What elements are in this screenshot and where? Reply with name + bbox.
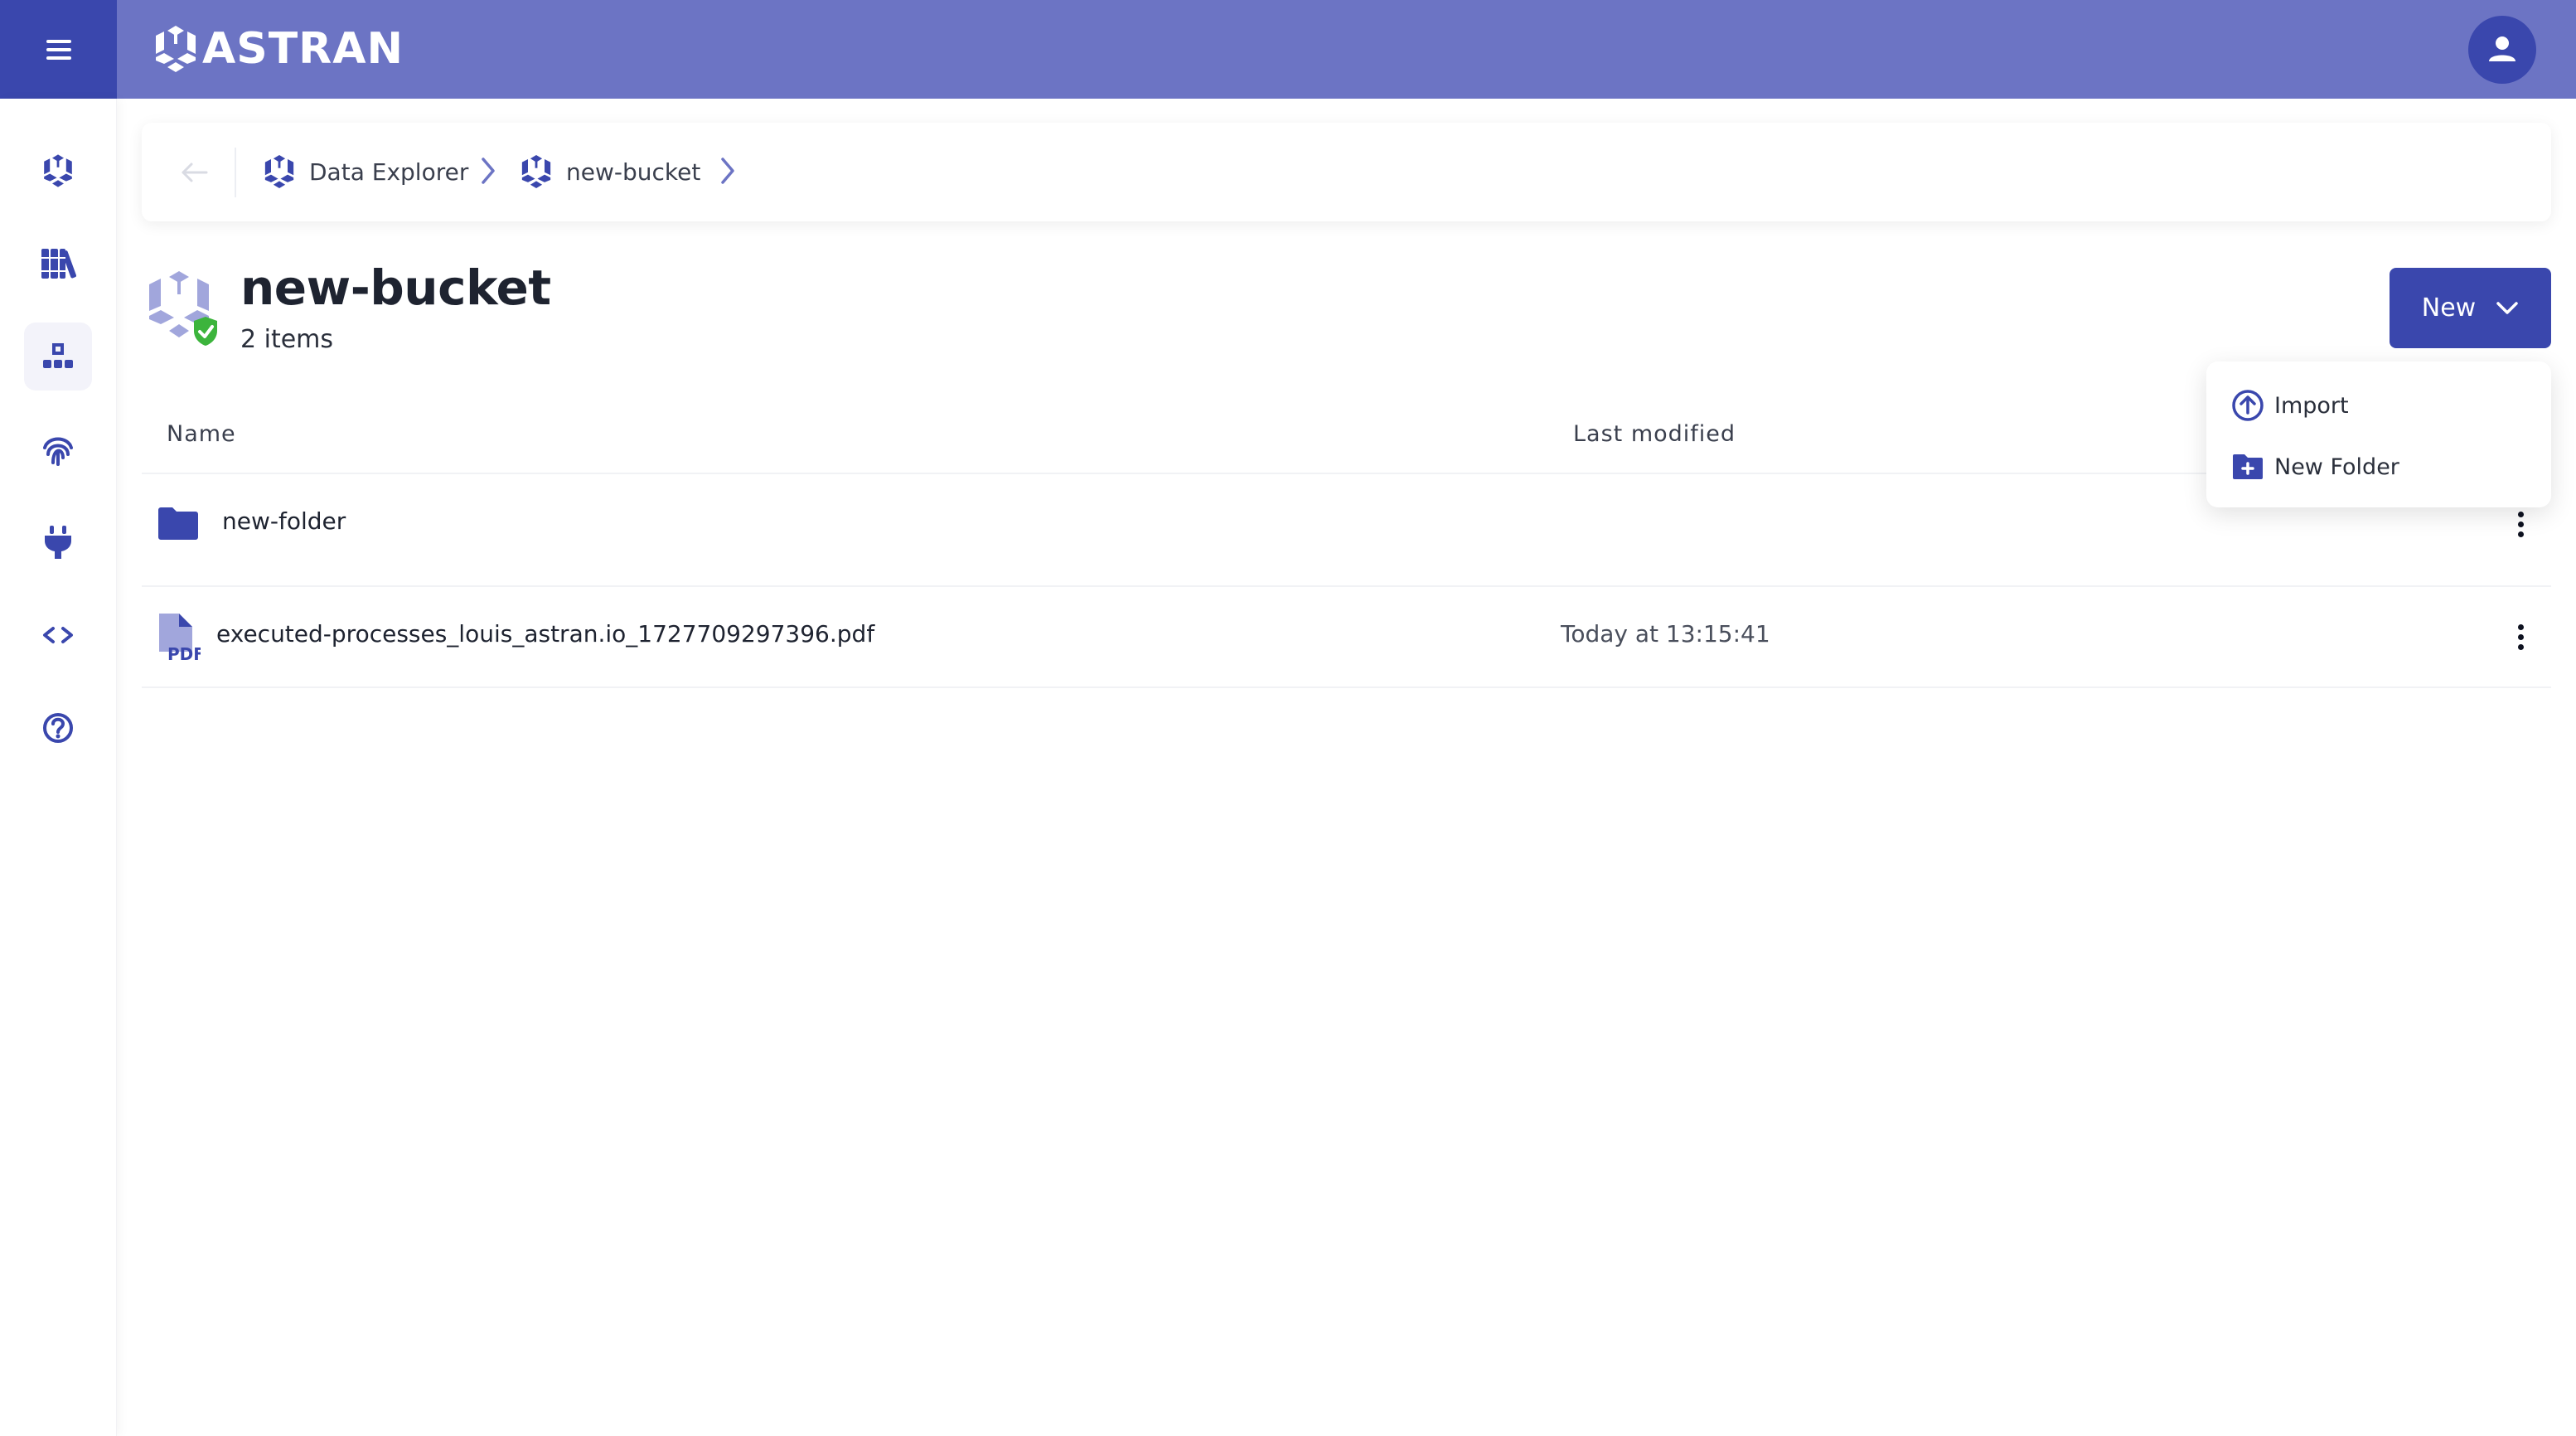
- back-button[interactable]: [175, 153, 215, 192]
- sidebar-item-help[interactable]: [24, 694, 92, 762]
- sidebar-item-developer[interactable]: [24, 601, 92, 669]
- chevron-right-icon: [482, 158, 495, 184]
- breadcrumb-item-new-bucket[interactable]: new-bucket: [520, 151, 700, 192]
- fingerprint-icon: [43, 437, 73, 466]
- breadcrumb-label: Data Explorer: [309, 158, 469, 186]
- chevron-right-icon: [721, 158, 734, 184]
- new-menu: Import New Folder: [2206, 361, 2551, 507]
- menu-item-label: Import: [2274, 392, 2349, 419]
- row-modified: Today at 13:15:41: [1561, 620, 1770, 648]
- page-title: new-bucket: [240, 260, 551, 316]
- breadcrumb-divider: [235, 148, 236, 197]
- menu-toggle-button[interactable]: [0, 0, 117, 99]
- sidebar-item-library[interactable]: [24, 230, 92, 298]
- folder-plus-icon: [2233, 454, 2263, 479]
- svg-text:PDF: PDF: [167, 644, 201, 662]
- breadcrumb: Data Explorer new-bucket: [142, 123, 2551, 221]
- brand-name: ASTRAN: [202, 24, 404, 74]
- row-actions-button[interactable]: [2504, 612, 2537, 662]
- folder-icon: [155, 499, 201, 549]
- table-row[interactable]: PDF executed-processes_louis_astran.io_1…: [142, 587, 2551, 686]
- sidebar-item-data-explorer[interactable]: [24, 323, 92, 391]
- code-icon: [43, 627, 73, 643]
- hamburger-icon: [46, 39, 71, 60]
- bucket-icon: [149, 271, 217, 346]
- row-name: executed-processes_louis_astran.io_17277…: [216, 620, 875, 648]
- column-header-last-modified[interactable]: Last modified: [1573, 421, 1736, 447]
- sidebar-item-connectors[interactable]: [24, 508, 92, 576]
- new-button-label: New: [2421, 294, 2477, 323]
- astran-logo-icon: [44, 154, 72, 187]
- astran-logo-icon: [521, 155, 551, 188]
- breadcrumb-item-data-explorer[interactable]: Data Explorer: [263, 151, 468, 192]
- user-avatar-button[interactable]: [2468, 16, 2536, 84]
- shield-check-icon: [194, 317, 217, 346]
- sidebar-item-fingerprint[interactable]: [24, 415, 92, 483]
- library-icon: [41, 249, 76, 279]
- pdf-file-icon: PDF: [155, 612, 201, 662]
- chevron-down-icon: [2496, 301, 2518, 314]
- menu-item-new-folder[interactable]: New Folder: [2231, 446, 2399, 488]
- item-count: 2 items: [240, 325, 334, 354]
- astran-logo-icon: [264, 155, 294, 188]
- brand-logo[interactable]: ASTRAN: [153, 23, 404, 75]
- sidebar: [0, 99, 117, 1436]
- row-name: new-folder: [222, 507, 346, 535]
- help-icon: [43, 713, 73, 743]
- astran-logo-icon: [156, 26, 196, 72]
- row-divider: [142, 686, 2551, 688]
- menu-item-import[interactable]: Import: [2231, 385, 2349, 426]
- table-row[interactable]: new-folder: [142, 474, 2551, 574]
- top-bar: ASTRAN: [0, 0, 2576, 99]
- sidebar-item-home[interactable]: [24, 137, 92, 205]
- column-header-name[interactable]: Name: [167, 421, 236, 447]
- new-button[interactable]: New: [2390, 268, 2551, 348]
- arrow-left-icon: [182, 163, 208, 182]
- menu-item-label: New Folder: [2274, 454, 2399, 480]
- breadcrumb-label: new-bucket: [566, 158, 701, 186]
- data-explorer-icon: [43, 343, 73, 368]
- upload-circle-icon: [2232, 390, 2264, 421]
- user-icon: [2489, 36, 2515, 61]
- plug-icon: [45, 526, 71, 559]
